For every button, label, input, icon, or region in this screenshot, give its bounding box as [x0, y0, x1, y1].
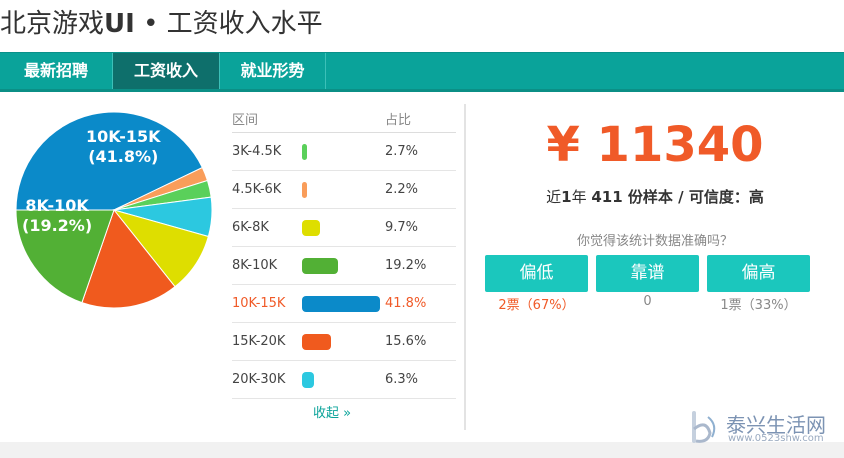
- pie-label-10k-15k: 10K-15K (41.8%): [86, 127, 161, 167]
- row-ratio: 19.2%: [385, 246, 456, 285]
- pie-label-10k-15k-pct: (41.8%): [88, 147, 159, 166]
- table-row: 15K-20K 15.6%: [232, 322, 456, 361]
- pie-label-8k-10k-pct: (19.2%): [22, 216, 93, 235]
- collapse-link[interactable]: 收起 »: [232, 402, 432, 421]
- tab-bar: 最新招聘 工资收入 就业形势: [0, 52, 844, 93]
- accuracy-question: 你觉得该统计数据准确吗？: [576, 234, 733, 249]
- table-row: 8K-10K 19.2%: [232, 246, 456, 285]
- row-bar: [302, 295, 380, 312]
- table-row: 20K-30K 6.3%: [232, 360, 456, 399]
- row-bar: [302, 181, 307, 198]
- row-ratio: 2.2%: [385, 170, 456, 209]
- table-row-highlighted: 10K-15K 41.8%: [232, 284, 456, 323]
- row-bar-cell: [302, 132, 385, 171]
- row-ratio: 6.3%: [385, 360, 456, 399]
- table-row: 6K-8K 9.7%: [232, 208, 456, 247]
- vote-low-button[interactable]: 偏低: [485, 255, 588, 292]
- row-range: 15K-20K: [232, 322, 302, 361]
- sample-pre: 近: [546, 188, 562, 206]
- vote-accurate-count: 0: [643, 294, 652, 309]
- row-bar-cell: [302, 170, 385, 209]
- vote-accurate-button[interactable]: 靠谱: [596, 255, 699, 292]
- row-bar: [302, 257, 338, 274]
- vote-low-count: 2票（67%）: [498, 298, 575, 313]
- row-range: 10K-15K: [232, 284, 302, 323]
- sample-count: 411: [591, 188, 623, 206]
- sample-post: 份样本 / 可信度：: [622, 188, 749, 206]
- col-ratio-header: 占比: [385, 104, 456, 133]
- pie-label-8k-10k-range: 8K-10K: [25, 196, 89, 215]
- page-title: 北京游戏UI • 工资收入水平: [0, 4, 323, 44]
- watermark-url: www.0523shw.com: [728, 433, 824, 444]
- row-range: 6K-8K: [232, 208, 302, 247]
- col-bar-header: [302, 104, 385, 133]
- title-city-role: 北京游戏: [0, 9, 105, 39]
- watermark: 泰兴生活网 www.0523shw.com: [688, 407, 844, 447]
- row-ratio: 2.7%: [385, 132, 456, 171]
- table-header-row: 区间 占比: [232, 104, 456, 133]
- row-range: 8K-10K: [232, 246, 302, 285]
- title-role-bold: UI: [104, 9, 135, 39]
- row-bar-cell: [302, 360, 385, 399]
- row-range: 20K-30K: [232, 360, 302, 399]
- vote-high-count: 1票（33%）: [720, 298, 797, 313]
- row-bar-cell: [302, 208, 385, 247]
- table-row: 4.5K-6K 2.2%: [232, 170, 456, 209]
- row-ratio: 41.8%: [385, 284, 456, 323]
- table-row: 3K-4.5K 2.7%: [232, 132, 456, 171]
- row-bar-cell: [302, 246, 385, 285]
- row-range: 4.5K-6K: [232, 170, 302, 209]
- vote-high-button[interactable]: 偏高: [707, 255, 810, 292]
- average-salary: ¥ 11340: [546, 117, 764, 173]
- sample-years: 1: [561, 188, 572, 206]
- sample-mid: 年: [571, 188, 592, 206]
- salary-distribution-table: 区间 占比 3K-4.5K 2.7% 4.5K-6K 2.2% 6K-8K 9.…: [232, 104, 456, 399]
- credibility-value: 高: [748, 188, 764, 206]
- tab-salary[interactable]: 工资收入: [113, 53, 220, 89]
- row-bar: [302, 371, 314, 388]
- row-bar-cell: [302, 322, 385, 361]
- pie-label-8k-10k: 8K-10K (19.2%): [22, 196, 92, 236]
- sample-info: 近1年 411 份样本 / 可信度：高: [466, 186, 844, 208]
- tab-latest-jobs[interactable]: 最新招聘: [0, 53, 113, 89]
- row-bar: [302, 219, 321, 236]
- tab-employment[interactable]: 就业形势: [220, 53, 326, 89]
- row-bar-cell: [302, 284, 385, 323]
- row-bar: [302, 333, 332, 350]
- row-bar: [302, 143, 308, 160]
- col-range-header: 区间: [232, 104, 302, 133]
- watermark-logo-icon: [692, 411, 716, 443]
- row-ratio: 9.7%: [385, 208, 456, 247]
- row-range: 3K-4.5K: [232, 132, 302, 171]
- title-suffix: • 工资收入水平: [134, 9, 323, 39]
- pie-label-10k-15k-range: 10K-15K: [86, 127, 161, 146]
- row-ratio: 15.6%: [385, 322, 456, 361]
